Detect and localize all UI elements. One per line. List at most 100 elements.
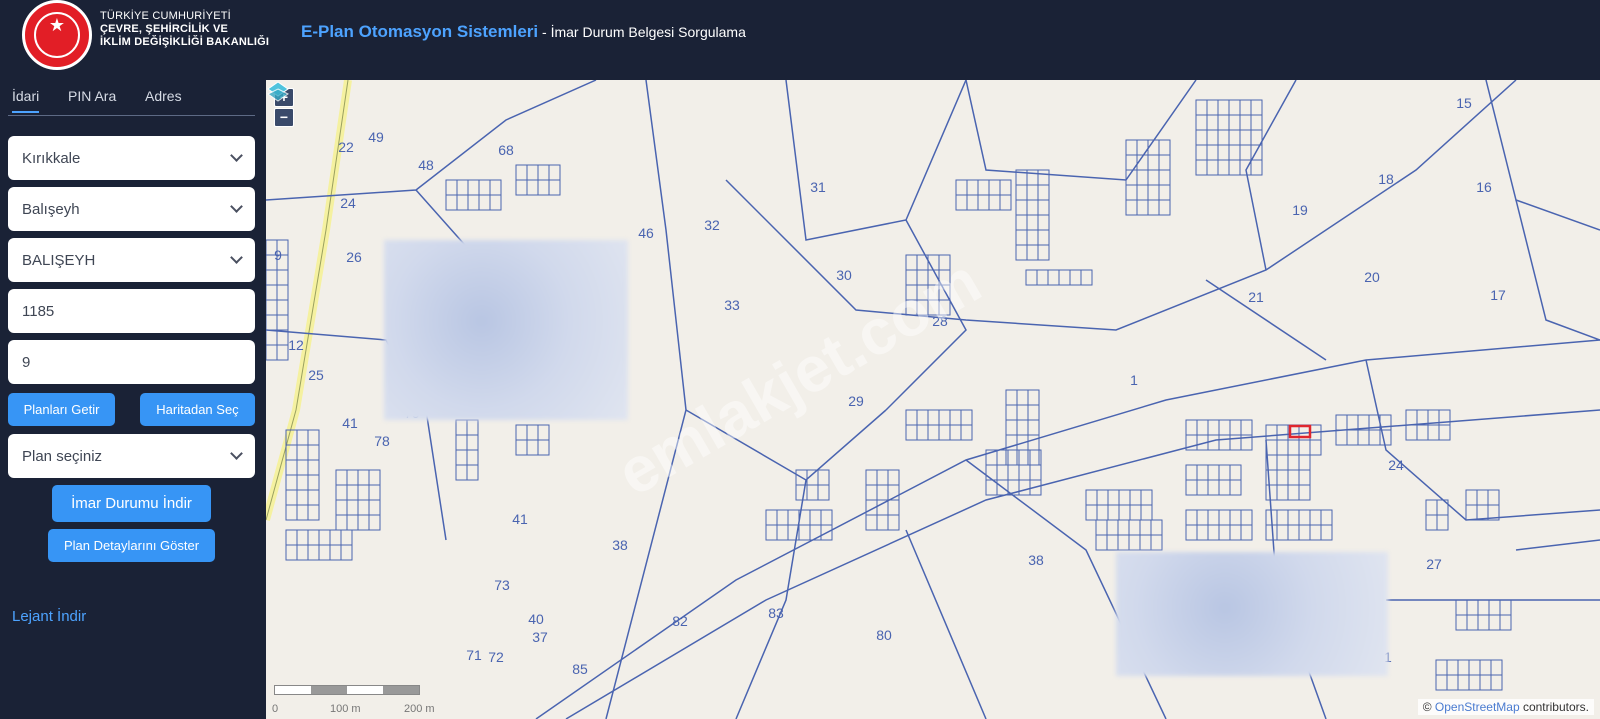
neighborhood-select[interactable]: BALIŞEYH [8, 238, 255, 282]
parcel-boundary [785, 80, 967, 241]
download-zoning-button[interactable]: İmar Durumu İndir [52, 485, 211, 522]
parcel-cell [346, 514, 359, 531]
parcel-boundary [725, 80, 1517, 331]
parcel-cell [1195, 159, 1208, 176]
zoom-out-button[interactable]: − [274, 108, 294, 127]
map-view[interactable]: 49 48 68 22 24 26 46 32 31 33 30 29 28 1 15 16 18 19 20 21 1… [266, 80, 1600, 719]
parcel-cell [1195, 99, 1208, 116]
parcel-cell [335, 469, 348, 486]
parcel-cell [537, 179, 550, 196]
parcel-cell [307, 504, 320, 521]
parcel-cell [1158, 169, 1171, 186]
parcel-cell [905, 409, 918, 426]
parcel-cell [1488, 614, 1501, 631]
parcel-cell [368, 484, 381, 501]
ministry-logo: ★ [22, 0, 92, 70]
openstreetmap-link[interactable]: OpenStreetMap [1435, 700, 1520, 714]
parcel-number-label: 19 [1292, 202, 1308, 218]
parcel-cell [1457, 674, 1470, 691]
parcel-cell [1136, 184, 1149, 201]
parcel-cell [1196, 419, 1209, 436]
parcel-cell [318, 529, 331, 546]
parcel-cell [368, 499, 381, 516]
parcel-cell [329, 544, 342, 561]
parcel-cell [296, 489, 309, 506]
layers-icon[interactable] [266, 80, 290, 104]
parcel-cell [1150, 534, 1163, 551]
app-title: E-Plan Otomasyon Sistemleri - İmar Durum… [301, 22, 746, 42]
parcel-cell [455, 434, 468, 451]
parcel-cell [1005, 389, 1018, 406]
parcel-number-label: 29 [848, 393, 864, 409]
parcel-cell [276, 284, 289, 301]
parcel-cell [307, 529, 320, 546]
lejant-download-link[interactable]: Lejant İndir [12, 608, 86, 625]
parcel-cell [296, 444, 309, 461]
parcel-number-label: 9 [274, 247, 282, 263]
select-from-map-button[interactable]: Haritadan Seç [140, 393, 255, 426]
parcel-cell [927, 409, 940, 426]
parcel-cell [1129, 504, 1142, 521]
parcel-cell [1229, 464, 1242, 481]
parcel-cell [1027, 419, 1040, 436]
block-value: 1185 [22, 302, 55, 320]
parcel-boundary [1205, 279, 1327, 361]
parcel-cell [1037, 169, 1050, 186]
parcel-number-label: 41 [512, 511, 528, 527]
parcel-cell [1276, 439, 1289, 456]
parcel-cell [285, 474, 298, 491]
parcel-cell [887, 499, 900, 516]
parcel-cell [445, 194, 458, 211]
ministry-line-1: TÜRKİYE CUMHURİYETİ [100, 10, 231, 22]
parcel-cell [1026, 199, 1039, 216]
parcel-cell [1298, 484, 1311, 501]
plan-select[interactable]: Plan seçiniz [8, 434, 255, 478]
tab-pin-ara[interactable]: PIN Ara [68, 88, 116, 104]
parcel-input[interactable]: 9 [8, 340, 255, 384]
parcel-cell [1140, 489, 1153, 506]
province-select[interactable]: Kırıkkale [8, 136, 255, 180]
parcel-cell [357, 514, 370, 531]
parcel-cell [960, 424, 973, 441]
parcel-cell [1206, 144, 1219, 161]
parcel-number-label: 41 [342, 415, 358, 431]
parcel-cell [1158, 199, 1171, 216]
parcel-cell [820, 509, 833, 526]
parcel-cell [1250, 114, 1263, 131]
parcel-cell [1287, 469, 1300, 486]
tab-adres[interactable]: Adres [145, 88, 182, 104]
parcel-cell [1229, 479, 1242, 496]
ministry-line-3: İKLİM DEĞİŞİKLİĞİ BAKANLIĞI [100, 36, 270, 48]
get-plans-button[interactable]: Planları Getir [8, 393, 115, 426]
parcel-cell [466, 464, 479, 481]
app-brand: E-Plan Otomasyon Sistemleri [301, 22, 539, 41]
parcel-number-label: 25 [308, 367, 324, 383]
parcel-cell [1128, 534, 1141, 551]
parcel-boundary [266, 80, 597, 201]
parcel-cell [1005, 404, 1018, 421]
parcel-cell [1250, 159, 1263, 176]
parcel-cell [1217, 129, 1230, 146]
parcel-cell [1228, 144, 1241, 161]
parcel-cell [307, 459, 320, 476]
parcel-number-label: 15 [1456, 95, 1472, 111]
block-input[interactable]: 1185 [8, 289, 255, 333]
parcel-cell [1435, 674, 1448, 691]
parcel-cell [489, 179, 502, 196]
parcel-cell [296, 544, 309, 561]
district-select[interactable]: Balışeyh [8, 187, 255, 231]
parcel-cell [307, 444, 320, 461]
parcel-cell [1096, 489, 1109, 506]
parcel-cell [1239, 144, 1252, 161]
show-plan-details-button[interactable]: Plan Detaylarını Göster [48, 529, 215, 562]
parcel-cell [1147, 169, 1160, 186]
parcel-cell [1206, 99, 1219, 116]
parcel-cell [1218, 434, 1231, 451]
parcel-cell [1218, 419, 1231, 436]
tab-idari[interactable]: İdari [12, 88, 40, 113]
parcel-cell [1239, 159, 1252, 176]
parcel-cell [329, 529, 342, 546]
parcel-cell [787, 509, 800, 526]
parcel-cell [1206, 159, 1219, 176]
parcel-cell [357, 469, 370, 486]
